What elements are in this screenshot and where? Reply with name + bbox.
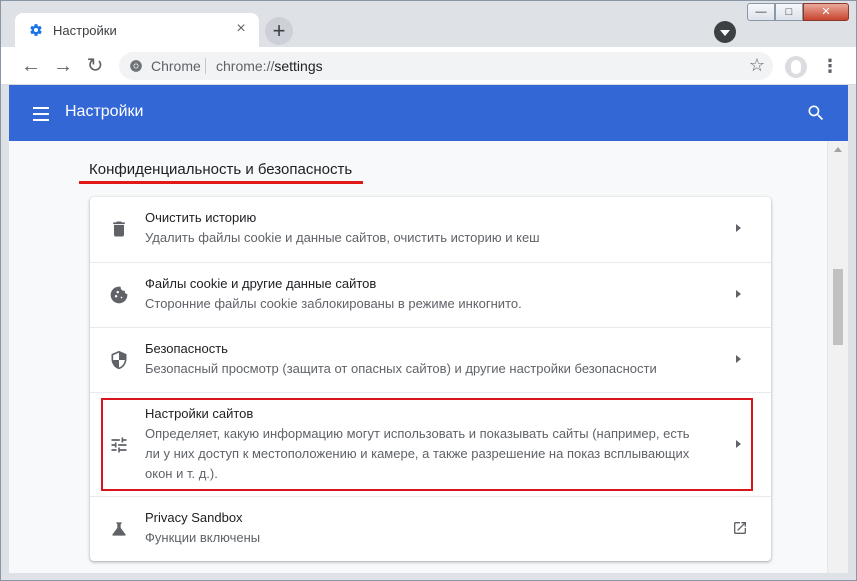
scroll-up-arrow-icon[interactable] — [834, 147, 842, 152]
window-maximize-button[interactable]: □ — [775, 3, 803, 21]
open-in-new-icon[interactable] — [732, 520, 748, 536]
cookie-icon — [110, 286, 128, 304]
settings-header: Настройки — [9, 85, 848, 141]
reload-button[interactable]: ↻ — [83, 54, 107, 78]
forward-button[interactable]: → — [51, 54, 75, 78]
trash-icon — [113, 221, 125, 237]
row-clear-history[interactable]: Очистить историю Удалить файлы cookie и … — [90, 197, 771, 262]
gear-icon — [30, 24, 42, 36]
settings-content: Конфиденциальность и безопасность Очисти… — [9, 141, 848, 573]
back-button[interactable]: ← — [19, 54, 43, 78]
hamburger-menu-icon[interactable] — [33, 103, 51, 123]
address-bar[interactable]: Chrome chrome://settings ☆ — [119, 52, 773, 80]
row-subtitle: Удалить файлы cookie и данные сайтов, оч… — [145, 230, 540, 245]
row-title: Privacy Sandbox — [145, 510, 243, 525]
search-icon[interactable] — [806, 103, 826, 123]
new-tab-button[interactable]: + — [265, 17, 293, 45]
row-title: Файлы cookie и другие данные сайтов — [145, 276, 377, 291]
scrollbar[interactable] — [827, 141, 848, 573]
address-divider — [205, 58, 206, 74]
row-subtitle: Сторонние файлы cookie заблокированы в р… — [145, 296, 522, 311]
browser-toolbar: ← → ↻ Chrome chrome://settings ☆ ⋮ — [1, 47, 856, 85]
row-title: Очистить историю — [145, 210, 257, 225]
site-settings-highlight-annotation — [101, 398, 753, 491]
scrollbar-thumb[interactable] — [833, 269, 843, 345]
browser-menu-button[interactable]: ⋮ — [821, 54, 839, 78]
tab-title: Настройки — [53, 23, 117, 38]
shield-icon — [111, 350, 127, 370]
row-cookies[interactable]: Файлы cookie и другие данные сайтов Стор… — [90, 262, 771, 327]
bookmark-star-icon[interactable]: ☆ — [749, 55, 765, 76]
url-path: settings — [274, 58, 323, 74]
tab-settings[interactable]: Настройки × — [15, 13, 259, 47]
section-underline-annotation — [79, 181, 363, 184]
url-scheme: chrome:// — [216, 58, 275, 74]
row-subtitle: Безопасный просмотр (защита от опасных с… — [145, 361, 657, 376]
row-title: Безопасность — [145, 341, 228, 356]
arrow-right-icon — [736, 290, 741, 298]
tab-close-icon[interactable]: × — [233, 21, 249, 37]
site-label: Chrome — [151, 58, 201, 74]
chrome-icon — [130, 60, 142, 72]
row-subtitle: Функции включены — [145, 530, 261, 545]
arrow-right-icon — [736, 355, 741, 363]
flask-icon — [112, 522, 126, 536]
row-security[interactable]: Безопасность Безопасный просмотр (защита… — [90, 327, 771, 392]
browser-window: Настройки × + — □ ✕ ← → ↻ Chrome chrome:… — [0, 0, 857, 581]
url-text[interactable]: chrome://settings — [216, 58, 323, 74]
tab-search-button[interactable] — [714, 21, 736, 43]
privacy-card: Очистить историю Удалить файлы cookie и … — [90, 197, 771, 561]
arrow-right-icon — [736, 224, 741, 232]
section-title: Конфиденциальность и безопасность — [89, 161, 353, 178]
window-minimize-button[interactable]: — — [747, 3, 775, 21]
profile-avatar[interactable] — [785, 56, 807, 78]
row-privacy-sandbox[interactable]: Privacy Sandbox Функции включены — [90, 496, 771, 561]
page-title: Настройки — [65, 103, 144, 120]
tab-strip: Настройки × + — □ ✕ — [1, 1, 856, 47]
window-close-button[interactable]: ✕ — [803, 3, 849, 21]
